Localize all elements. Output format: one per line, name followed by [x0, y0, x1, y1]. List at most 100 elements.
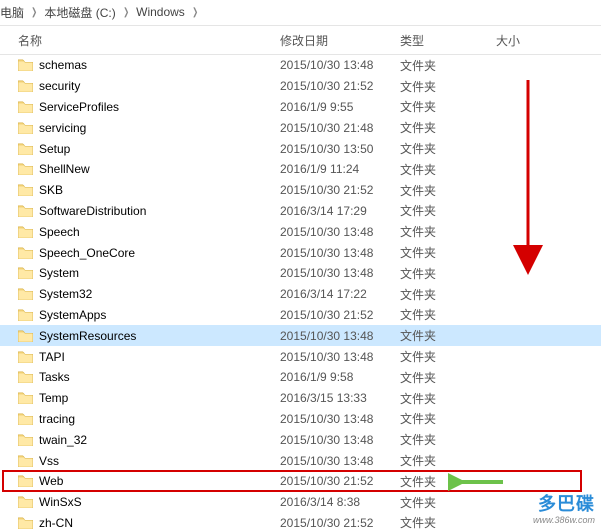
header-date[interactable]: 修改日期: [280, 32, 400, 49]
file-date: 2015/10/30 21:52: [280, 79, 400, 93]
file-type: 文件夹: [400, 161, 496, 178]
file-name: TAPI: [39, 350, 65, 364]
file-name: servicing: [39, 121, 86, 135]
folder-icon: [18, 330, 33, 342]
file-date: 2016/3/14 8:38: [280, 495, 400, 509]
breadcrumb-part[interactable]: 本地磁盘 (C:): [44, 4, 115, 21]
breadcrumb-part[interactable]: 电脑: [0, 4, 24, 21]
folder-icon: [18, 101, 33, 113]
file-name: WinSxS: [39, 495, 82, 509]
folder-icon: [18, 517, 33, 529]
folder-icon: [18, 59, 33, 71]
table-row[interactable]: Speech_OneCore 2015/10/30 13:48 文件夹: [0, 242, 601, 263]
table-row[interactable]: WinSxS 2016/3/14 8:38 文件夹: [0, 492, 601, 513]
file-name: Tasks: [39, 370, 70, 384]
folder-icon: [18, 351, 33, 363]
folder-icon: [18, 475, 33, 487]
table-row[interactable]: ShellNew 2016/1/9 11:24 文件夹: [0, 159, 601, 180]
header-type[interactable]: 类型: [400, 32, 496, 49]
file-name: Temp: [39, 391, 68, 405]
file-date: 2015/10/30 13:48: [280, 433, 400, 447]
table-row[interactable]: Vss 2015/10/30 13:48 文件夹: [0, 450, 601, 471]
table-row[interactable]: TAPI 2015/10/30 13:48 文件夹: [0, 346, 601, 367]
file-name: ServiceProfiles: [39, 100, 119, 114]
table-row[interactable]: SoftwareDistribution 2016/3/14 17:29 文件夹: [0, 201, 601, 222]
file-date: 2015/10/30 13:48: [280, 329, 400, 343]
chevron-right-icon: ❯: [192, 7, 198, 18]
file-date: 2015/10/30 21:52: [280, 183, 400, 197]
file-name: tracing: [39, 412, 75, 426]
file-type: 文件夹: [400, 119, 496, 136]
file-name: SoftwareDistribution: [39, 204, 146, 218]
file-date: 2015/10/30 13:48: [280, 350, 400, 364]
file-name: twain_32: [39, 433, 87, 447]
file-type: 文件夹: [400, 57, 496, 74]
file-date: 2015/10/30 13:48: [280, 266, 400, 280]
file-name: schemas: [39, 58, 87, 72]
file-type: 文件夹: [400, 348, 496, 365]
file-name: SystemApps: [39, 308, 106, 322]
file-date: 2015/10/30 21:52: [280, 516, 400, 530]
table-row[interactable]: System 2015/10/30 13:48 文件夹: [0, 263, 601, 284]
file-type: 文件夹: [400, 244, 496, 261]
file-type: 文件夹: [400, 452, 496, 469]
folder-icon: [18, 163, 33, 175]
breadcrumb[interactable]: 电脑 ❯ 本地磁盘 (C:) ❯ Windows ❯: [0, 0, 601, 26]
table-row[interactable]: SystemApps 2015/10/30 21:52 文件夹: [0, 305, 601, 326]
file-type: 文件夹: [400, 494, 496, 511]
file-date: 2015/10/30 13:48: [280, 58, 400, 72]
file-name: System32: [39, 287, 92, 301]
file-name: Vss: [39, 454, 59, 468]
table-row[interactable]: Speech 2015/10/30 13:48 文件夹: [0, 221, 601, 242]
breadcrumb-part[interactable]: Windows: [136, 5, 185, 19]
folder-icon: [18, 226, 33, 238]
file-name: security: [39, 79, 80, 93]
file-type: 文件夹: [400, 286, 496, 303]
table-row[interactable]: tracing 2015/10/30 13:48 文件夹: [0, 409, 601, 430]
file-name: zh-CN: [39, 516, 73, 530]
table-row[interactable]: schemas 2015/10/30 13:48 文件夹: [0, 55, 601, 76]
table-row[interactable]: SystemResources 2015/10/30 13:48 文件夹: [0, 325, 601, 346]
file-date: 2016/3/14 17:22: [280, 287, 400, 301]
file-name: SKB: [39, 183, 63, 197]
folder-icon: [18, 434, 33, 446]
table-row[interactable]: System32 2016/3/14 17:22 文件夹: [0, 284, 601, 305]
file-type: 文件夹: [400, 202, 496, 219]
file-date: 2015/10/30 13:48: [280, 412, 400, 426]
folder-icon: [18, 392, 33, 404]
file-type: 文件夹: [400, 265, 496, 282]
file-date: 2015/10/30 13:48: [280, 225, 400, 239]
chevron-right-icon: ❯: [123, 7, 129, 18]
table-row[interactable]: ServiceProfiles 2016/1/9 9:55 文件夹: [0, 97, 601, 118]
file-date: 2016/1/9 9:55: [280, 100, 400, 114]
table-row[interactable]: zh-CN 2015/10/30 21:52 文件夹: [0, 513, 601, 532]
file-date: 2016/1/9 9:58: [280, 370, 400, 384]
table-row[interactable]: Web 2015/10/30 21:52 文件夹: [0, 471, 601, 492]
file-type: 文件夹: [400, 390, 496, 407]
header-size[interactable]: 大小: [496, 32, 601, 49]
table-row[interactable]: servicing 2015/10/30 21:48 文件夹: [0, 117, 601, 138]
table-row[interactable]: Temp 2016/3/15 13:33 文件夹: [0, 388, 601, 409]
file-type: 文件夹: [400, 369, 496, 386]
file-date: 2015/10/30 13:48: [280, 454, 400, 468]
file-date: 2015/10/30 13:48: [280, 246, 400, 260]
table-row[interactable]: twain_32 2015/10/30 13:48 文件夹: [0, 429, 601, 450]
folder-icon: [18, 80, 33, 92]
folder-icon: [18, 205, 33, 217]
file-name: System: [39, 266, 79, 280]
table-row[interactable]: Tasks 2016/1/9 9:58 文件夹: [0, 367, 601, 388]
folder-icon: [18, 413, 33, 425]
file-date: 2015/10/30 21:48: [280, 121, 400, 135]
file-name: ShellNew: [39, 162, 90, 176]
folder-icon: [18, 184, 33, 196]
chevron-right-icon: ❯: [31, 7, 37, 18]
file-name: Setup: [39, 142, 70, 156]
file-name: Speech: [39, 225, 80, 239]
table-row[interactable]: SKB 2015/10/30 21:52 文件夹: [0, 180, 601, 201]
table-row[interactable]: Setup 2015/10/30 13:50 文件夹: [0, 138, 601, 159]
table-row[interactable]: security 2015/10/30 21:52 文件夹: [0, 76, 601, 97]
file-type: 文件夹: [400, 306, 496, 323]
header-name[interactable]: 名称: [0, 32, 280, 49]
file-list: schemas 2015/10/30 13:48 文件夹 security 20…: [0, 55, 601, 532]
file-type: 文件夹: [400, 431, 496, 448]
